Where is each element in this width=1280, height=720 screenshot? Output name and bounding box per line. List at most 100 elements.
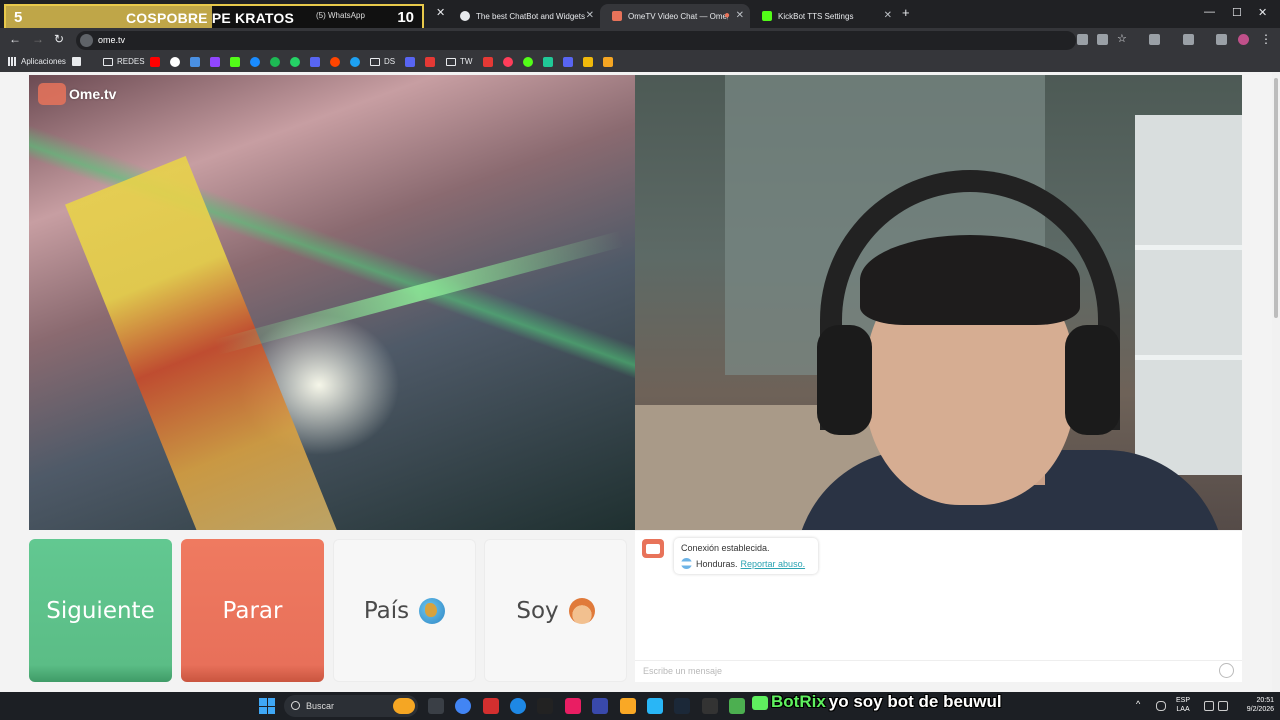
forward-icon[interactable]: → xyxy=(32,32,44,46)
system-message: Conexión establecida. Honduras. Reportar… xyxy=(674,538,818,574)
minimize-icon[interactable]: — xyxy=(1204,6,1215,18)
network-icon[interactable] xyxy=(1204,701,1214,711)
next-button[interactable]: Siguiente xyxy=(29,539,172,682)
back-icon[interactable]: ← xyxy=(9,32,21,46)
address-bar: ← → ↻ ome.tv ☆ ⋮ xyxy=(0,28,1280,52)
stop-button[interactable]: Parar xyxy=(181,539,324,682)
close-tab-icon[interactable]: ✕ xyxy=(884,10,892,21)
bookmark-icon[interactable] xyxy=(425,57,435,67)
globe-icon xyxy=(419,597,446,624)
taskbar-app-icon[interactable] xyxy=(483,698,499,714)
bookmark-icon[interactable] xyxy=(250,57,260,67)
ometv-chat-avatar-icon xyxy=(642,539,664,558)
profile-avatar-icon[interactable] xyxy=(1238,34,1249,45)
file-explorer-icon[interactable] xyxy=(620,698,636,714)
minecraft-icon[interactable] xyxy=(729,698,745,714)
clock[interactable]: 20:51 9/2/2026 xyxy=(1234,696,1274,714)
bookmark-folder-redes[interactable]: REDES xyxy=(103,57,145,66)
bookmark-icon[interactable] xyxy=(483,57,493,67)
windows-start-icon[interactable] xyxy=(259,698,275,714)
bookmark-folder-tw[interactable]: TW xyxy=(446,57,472,66)
microphone-icon[interactable] xyxy=(1156,701,1166,711)
reddit-icon[interactable] xyxy=(330,57,340,67)
right-score: 10 xyxy=(397,9,414,26)
clock-date: 9/2/2026 xyxy=(1246,706,1274,713)
bookmark-folder-ds[interactable]: DS xyxy=(370,57,395,66)
url-field[interactable]: ome.tv xyxy=(76,31,1076,50)
whatsapp-icon[interactable] xyxy=(290,57,300,67)
bookmark-star-icon[interactable]: ☆ xyxy=(1117,32,1128,45)
youtube-icon[interactable] xyxy=(150,57,160,67)
close-tab-icon[interactable]: ✕ xyxy=(586,10,594,21)
bookmark-icon[interactable] xyxy=(190,57,200,67)
report-abuse-link[interactable]: Reportar abuso. xyxy=(741,559,806,569)
shelf-board xyxy=(1135,355,1242,360)
tab-chatbot[interactable]: The best ChatBot and Widgets ✕ xyxy=(448,4,600,28)
folder-icon xyxy=(103,57,113,66)
twitch-icon[interactable] xyxy=(210,57,220,67)
bookmark-icon[interactable] xyxy=(603,57,613,67)
tab-whatsapp-label[interactable]: (5) WhatsApp xyxy=(316,11,365,20)
recording-dot-icon: ● xyxy=(723,10,730,21)
kick-icon[interactable] xyxy=(230,57,240,67)
gender-button[interactable]: Soy xyxy=(484,539,627,682)
taskbar-app-icon[interactable] xyxy=(592,698,608,714)
bookmark-apps[interactable]: Aplicaciones xyxy=(8,57,66,66)
maximize-icon[interactable]: ☐ xyxy=(1232,6,1242,19)
extensions-icon[interactable] xyxy=(1149,34,1160,45)
scrollbar-thumb[interactable] xyxy=(1274,78,1278,318)
discord-icon[interactable] xyxy=(310,57,320,67)
steam-icon[interactable] xyxy=(674,698,690,714)
tiktok-icon[interactable] xyxy=(565,698,581,714)
tab-ometv[interactable]: OmeTV Video Chat — Omegle ● ✕ xyxy=(600,4,750,28)
reload-icon[interactable]: ↻ xyxy=(54,32,64,46)
scrollbar[interactable] xyxy=(1272,72,1280,692)
boy-face-icon xyxy=(568,597,595,624)
stop-button-label: Parar xyxy=(222,597,283,624)
tray-overflow-icon[interactable]: ^ xyxy=(1136,699,1146,709)
clock-time: 20:51 xyxy=(1256,697,1274,704)
message-input[interactable]: Escribe un mensaje xyxy=(635,660,1242,682)
bookmark-icon[interactable] xyxy=(563,57,573,67)
bookmark-icon[interactable] xyxy=(543,57,553,67)
taskbar-app-icon[interactable] xyxy=(702,698,718,714)
sidepanel-icon[interactable] xyxy=(1183,34,1194,45)
task-view-icon[interactable] xyxy=(428,698,444,714)
close-tab-icon[interactable]: ✕ xyxy=(436,6,445,19)
volume-icon[interactable] xyxy=(1218,701,1228,711)
menu-icon[interactable]: ⋮ xyxy=(1260,32,1272,46)
apps-grid-icon xyxy=(8,57,17,66)
ometv-favicon-icon xyxy=(612,11,622,21)
emoji-icon[interactable] xyxy=(1219,663,1234,678)
ometv-logo: Ome.tv xyxy=(38,83,128,107)
bookmark-icon[interactable] xyxy=(503,57,513,67)
bot-message: yo soy bot de beuwul xyxy=(828,692,1002,711)
spotify-icon[interactable] xyxy=(270,57,280,67)
headset-ear-right xyxy=(1065,325,1120,435)
close-tab-icon[interactable]: ✕ xyxy=(736,10,744,21)
folder-label: REDES xyxy=(117,57,145,66)
bookmark-icon[interactable] xyxy=(350,57,360,67)
edge-icon[interactable] xyxy=(510,698,526,714)
bot-icon xyxy=(752,695,768,710)
taskbar-app-icon[interactable] xyxy=(647,698,663,714)
language-indicator[interactable]: ESP LAA xyxy=(1176,696,1190,714)
tab-kickbot[interactable]: KickBot TTS Settings ✕ xyxy=(750,4,898,28)
chrome-icon[interactable] xyxy=(455,698,471,714)
media-icon[interactable] xyxy=(1216,34,1227,45)
bot-chat-overlay: BotRix yo soy bot de beuwul xyxy=(752,692,1002,714)
window-close-icon[interactable]: ✕ xyxy=(1258,6,1267,19)
kick-favicon-icon xyxy=(762,11,772,21)
site-info-icon[interactable] xyxy=(80,34,93,47)
google-icon[interactable] xyxy=(170,57,180,67)
bookmark-icon[interactable] xyxy=(523,57,533,67)
taskbar-app-icon[interactable] xyxy=(537,698,553,714)
binance-icon[interactable] xyxy=(583,57,593,67)
grid-icon[interactable] xyxy=(72,57,81,66)
taskbar-widget-icon[interactable] xyxy=(393,698,415,714)
country-button[interactable]: País xyxy=(333,539,476,682)
discord-icon[interactable] xyxy=(405,57,415,67)
translate-icon[interactable] xyxy=(1077,34,1088,45)
new-tab-icon[interactable]: + xyxy=(902,5,910,20)
install-icon[interactable] xyxy=(1097,34,1108,45)
